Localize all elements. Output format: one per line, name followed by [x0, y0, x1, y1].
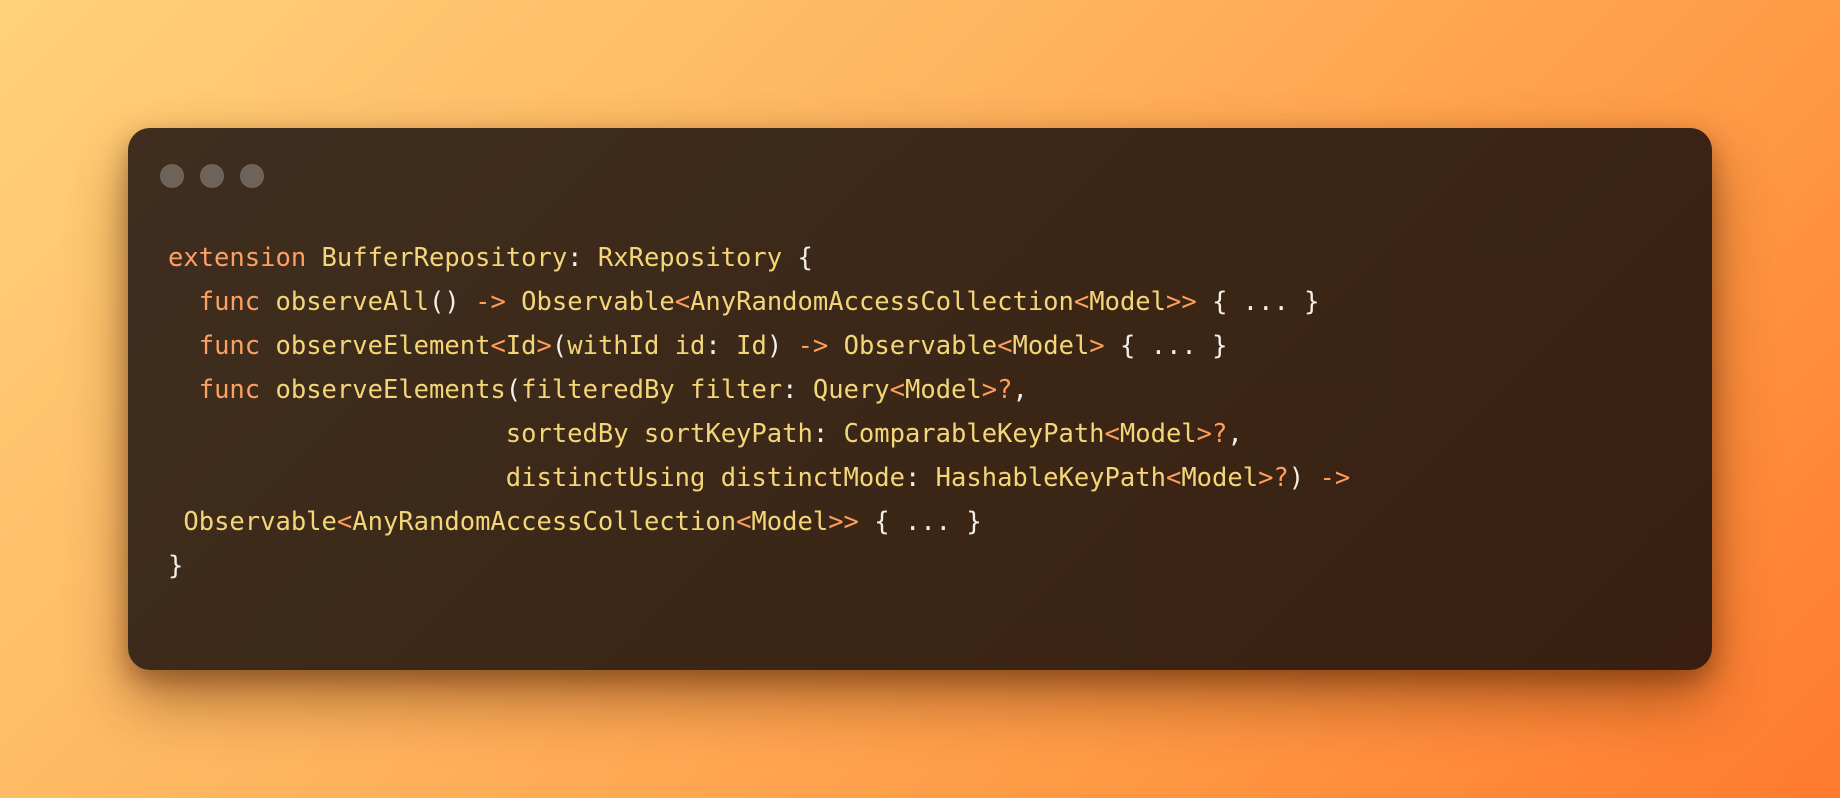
code-token: ComparableKeyPath	[843, 419, 1105, 449]
code-token: sortedBy sortKeyPath	[505, 419, 813, 449]
code-token: RxRepository	[597, 243, 783, 273]
code-token: ->	[1319, 463, 1351, 493]
code-token: Id	[505, 331, 537, 361]
code-token: >	[536, 331, 552, 361]
code-token: >>	[1166, 287, 1197, 317]
code-token: Model	[905, 375, 982, 405]
code-token: <	[1104, 419, 1120, 449]
code-token: <	[490, 331, 506, 361]
code-token: Observable	[183, 507, 337, 537]
code-token: BufferRepository	[321, 243, 568, 273]
code-token: Model	[1181, 463, 1259, 493]
window-zoom-dot[interactable]	[240, 164, 264, 188]
code-token: withId id	[567, 331, 706, 361]
code-token: Model	[1089, 287, 1166, 317]
code-token: observeElements	[275, 375, 506, 405]
code-line: Observable<AnyRandomAccessCollection<Mod…	[168, 500, 1350, 544]
code-line: extension BufferRepository: RxRepository…	[168, 236, 1350, 280]
code-token: :	[782, 375, 813, 405]
code-line: distinctUsing distinctMode: HashableKeyP…	[168, 456, 1350, 500]
code-window: extension BufferRepository: RxRepository…	[128, 128, 1712, 670]
code-token: Query	[812, 375, 890, 405]
code-token: ()	[429, 287, 476, 317]
code-token: )	[766, 331, 798, 361]
code-token: :	[812, 419, 844, 449]
code-token: distinctUsing distinctMode	[505, 463, 905, 493]
code-token: Model	[1119, 419, 1197, 449]
window-close-dot[interactable]	[160, 164, 184, 188]
code-block: extension BufferRepository: RxRepository…	[168, 236, 1350, 588]
code-token: (	[505, 375, 522, 405]
code-token: :	[705, 331, 737, 361]
code-token: ,	[1012, 375, 1028, 405]
code-token: <	[336, 507, 353, 537]
code-token: {	[782, 243, 813, 273]
code-token: ->	[475, 287, 506, 317]
code-token: filteredBy filter	[521, 375, 783, 405]
code-token: { ... }	[858, 507, 982, 537]
code-token: func	[198, 375, 261, 405]
code-token: HashableKeyPath	[935, 463, 1166, 493]
code-token: Model	[751, 507, 829, 537]
code-token: <	[1165, 463, 1182, 493]
code-token: <	[736, 507, 752, 537]
code-token: (	[551, 331, 568, 361]
code-token: :	[904, 463, 936, 493]
code-token: <	[997, 331, 1013, 361]
code-token: Observable	[843, 331, 998, 361]
code-token: >>	[828, 507, 859, 537]
code-token: )	[1288, 463, 1320, 493]
code-token: AnyRandomAccessCollection	[352, 507, 737, 537]
code-token: >?	[1196, 419, 1228, 449]
code-token: observeElement	[275, 331, 491, 361]
code-token: { ... }	[1196, 287, 1320, 317]
code-token: func	[198, 331, 261, 361]
code-token: >?	[1258, 463, 1289, 493]
code-line: func observeAll() -> Observable<AnyRando…	[168, 280, 1350, 324]
code-token: }	[168, 551, 184, 581]
code-token: observeAll	[275, 287, 430, 317]
code-token: func	[198, 287, 261, 317]
code-token: ,	[1227, 419, 1243, 449]
code-line: func observeElements(filteredBy filter: …	[168, 368, 1350, 412]
code-token: Id	[736, 331, 767, 361]
code-token: AnyRandomAccessCollection	[690, 287, 1074, 317]
code-token: >	[1089, 331, 1105, 361]
code-line: sortedBy sortKeyPath: ComparableKeyPath<…	[168, 412, 1350, 456]
code-token: :	[567, 243, 598, 273]
code-token: ->	[797, 331, 829, 361]
code-token: <	[674, 287, 691, 317]
code-line: func observeElement<Id>(withId id: Id) -…	[168, 324, 1350, 368]
code-line: }	[168, 544, 1350, 588]
window-minimize-dot[interactable]	[200, 164, 224, 188]
code-token: Model	[1012, 331, 1090, 361]
code-token: { ... }	[1104, 331, 1228, 361]
code-token: >?	[981, 375, 1013, 405]
code-token: extension	[168, 243, 307, 273]
code-token: <	[1073, 287, 1090, 317]
code-token: Observable	[521, 287, 675, 317]
code-token: <	[889, 375, 905, 405]
